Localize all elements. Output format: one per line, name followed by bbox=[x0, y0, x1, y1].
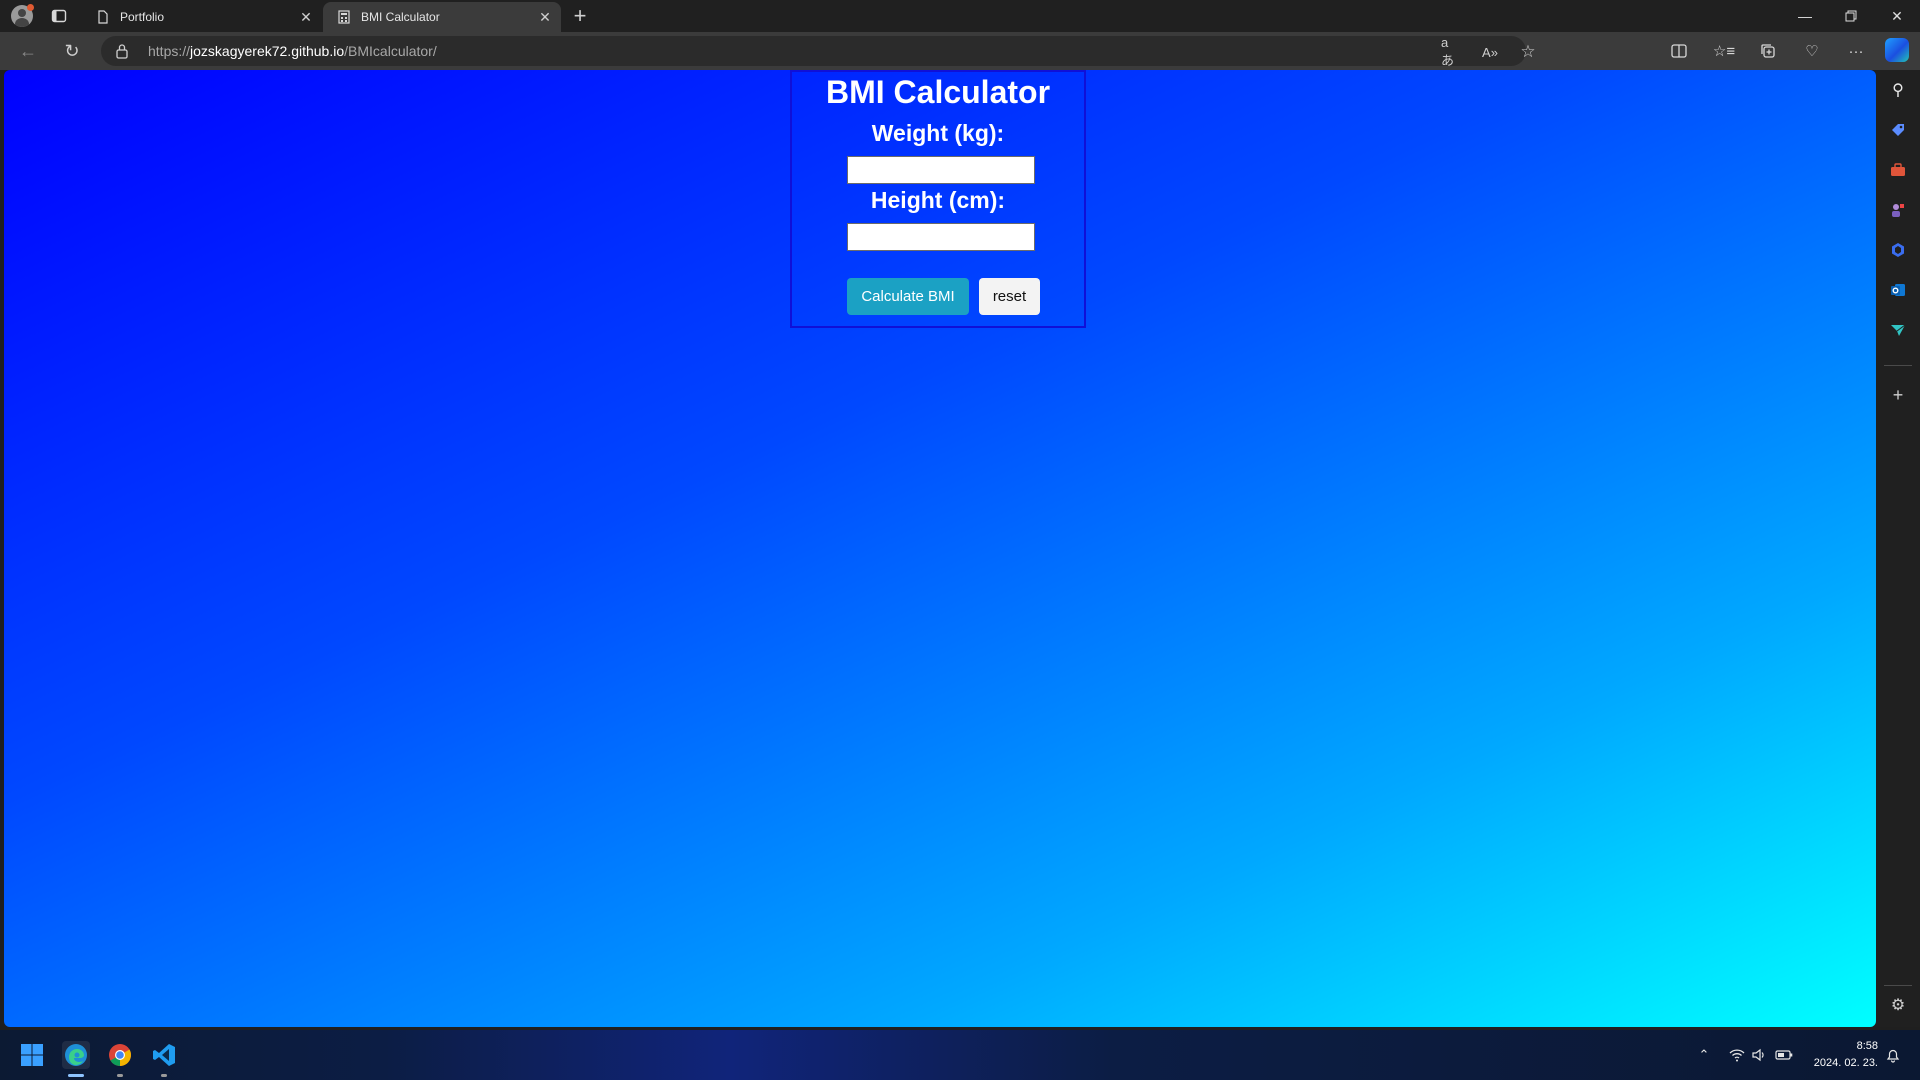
vscode-icon[interactable] bbox=[150, 1041, 178, 1069]
clock-time[interactable]: 8:58 bbox=[1840, 1040, 1878, 1052]
volume-icon[interactable] bbox=[1750, 1046, 1768, 1064]
bmi-calculator-form: BMI Calculator Weight (kg): Height (cm):… bbox=[790, 70, 1086, 328]
drop-send-icon[interactable] bbox=[1888, 320, 1908, 340]
refresh-icon[interactable]: ↻ bbox=[60, 39, 84, 63]
settings-gear-icon[interactable]: ⚙ bbox=[1888, 995, 1908, 1015]
open-app-indicator bbox=[117, 1074, 123, 1077]
lock-icon[interactable] bbox=[115, 43, 129, 59]
favorites-icon[interactable]: ☆≡ bbox=[1713, 41, 1735, 61]
browser-toolbar: ← ↻ https://jozskagyerek72.github.io/BMI… bbox=[0, 32, 1920, 70]
page-icon bbox=[96, 10, 110, 24]
active-app-indicator bbox=[68, 1074, 84, 1077]
chevron-up-icon[interactable]: ⌃ bbox=[1695, 1046, 1713, 1064]
reset-button[interactable]: reset bbox=[979, 278, 1040, 315]
new-tab-icon[interactable]: + bbox=[568, 3, 592, 28]
more-options-icon[interactable]: ··· bbox=[1845, 41, 1867, 61]
add-icon[interactable]: + bbox=[1888, 385, 1908, 405]
collections-icon[interactable] bbox=[1757, 41, 1779, 61]
close-tab-icon[interactable]: ✕ bbox=[535, 9, 555, 26]
minimize-icon[interactable]: — bbox=[1782, 0, 1828, 32]
tab-label: Portfolio bbox=[120, 10, 165, 24]
page-viewport: BMI Calculator Weight (kg): Height (cm):… bbox=[4, 70, 1876, 1027]
weight-label: Weight (kg): bbox=[871, 120, 1005, 146]
edge-browser-icon[interactable] bbox=[62, 1041, 90, 1069]
address-bar[interactable]: https://jozskagyerek72.github.io/BMIcalc… bbox=[101, 35, 1536, 68]
outlook-icon[interactable] bbox=[1888, 280, 1908, 300]
translate-icon[interactable]: aあ bbox=[1441, 35, 1459, 68]
back-arrow-icon[interactable]: ← bbox=[16, 39, 40, 63]
tools-icon[interactable] bbox=[1888, 160, 1908, 180]
shopping-tag-icon[interactable] bbox=[1888, 120, 1908, 140]
windows-taskbar: ⌃ 8:58 2024. 02. 23. bbox=[0, 1030, 1920, 1080]
url-host: jozskagyerek72.github.io bbox=[190, 43, 345, 59]
tab-portfolio[interactable]: Portfolio ✕ bbox=[82, 2, 322, 32]
search-icon[interactable]: ⚲ bbox=[1888, 80, 1908, 100]
microsoft-365-icon[interactable] bbox=[1888, 240, 1908, 260]
notification-bell-icon[interactable] bbox=[1884, 1046, 1902, 1064]
calculator-icon bbox=[337, 10, 351, 24]
browser-title-bar: Portfolio ✕ BMI Calculator ✕ + — ✕ bbox=[0, 0, 1920, 32]
browser-essentials-icon[interactable]: ♡ bbox=[1801, 41, 1823, 61]
wifi-icon[interactable] bbox=[1728, 1046, 1746, 1064]
open-app-indicator bbox=[161, 1074, 167, 1077]
close-window-icon[interactable]: ✕ bbox=[1874, 0, 1920, 32]
sidebar-divider bbox=[1884, 365, 1912, 366]
url-scheme: https:// bbox=[148, 43, 191, 59]
battery-icon[interactable] bbox=[1775, 1046, 1793, 1064]
height-input[interactable] bbox=[847, 223, 1035, 251]
page-title: BMI Calculator bbox=[825, 74, 1051, 110]
restore-icon[interactable] bbox=[1828, 0, 1874, 32]
edge-sidebar: ⚲ + ⚙ bbox=[1876, 70, 1920, 1027]
profile-avatar-icon[interactable] bbox=[10, 4, 34, 28]
tab-actions-icon[interactable] bbox=[47, 4, 71, 28]
clock-date[interactable]: 2024. 02. 23. bbox=[1806, 1057, 1878, 1069]
windows-start-icon[interactable] bbox=[18, 1041, 46, 1069]
tab-bmi-calculator[interactable]: BMI Calculator ✕ bbox=[323, 2, 561, 32]
read-aloud-icon[interactable]: A» bbox=[1481, 43, 1499, 61]
weight-input[interactable] bbox=[847, 156, 1035, 184]
copilot-icon[interactable] bbox=[1885, 38, 1909, 62]
height-label: Height (cm): bbox=[870, 187, 1006, 213]
favorite-star-icon[interactable]: ☆ bbox=[1519, 42, 1537, 61]
games-icon[interactable] bbox=[1888, 200, 1908, 220]
url-path: /BMIcalculator/ bbox=[344, 43, 437, 59]
sidebar-divider bbox=[1884, 985, 1912, 986]
calculate-bmi-button[interactable]: Calculate BMI bbox=[847, 278, 969, 315]
tab-label: BMI Calculator bbox=[361, 10, 440, 24]
split-screen-icon[interactable] bbox=[1668, 41, 1690, 61]
chrome-icon[interactable] bbox=[106, 1041, 134, 1069]
url-text[interactable]: https://jozskagyerek72.github.io/BMIcalc… bbox=[148, 43, 437, 59]
close-tab-icon[interactable]: ✕ bbox=[296, 9, 316, 26]
